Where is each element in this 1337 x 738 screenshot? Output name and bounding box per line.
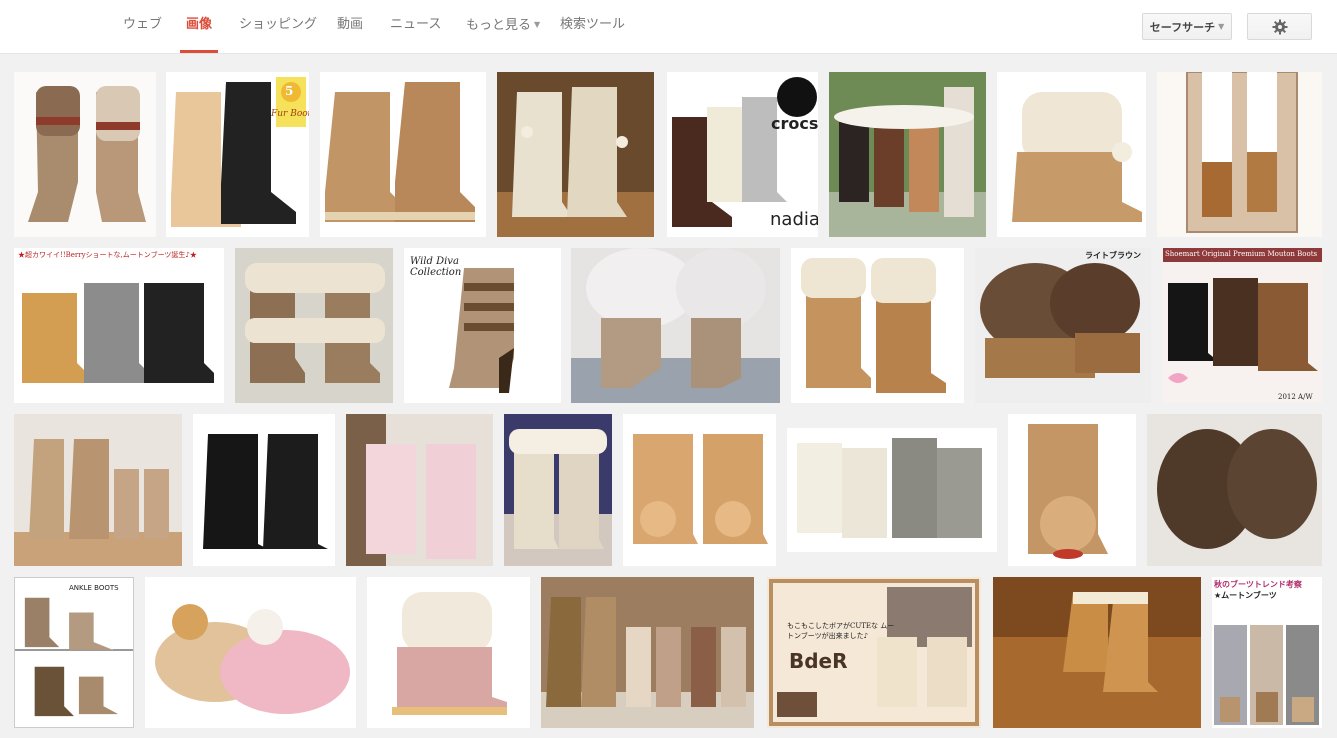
boot-image: [367, 577, 530, 728]
boot-image: [975, 248, 1151, 403]
top-navigation-bar: ウェブ 画像 ショッピング 動画 ニュース もっと見る ▼ 検索ツール セーフサー…: [0, 0, 1337, 54]
image-result[interactable]: 5 Fur Boots: [166, 72, 309, 237]
image-result[interactable]: [571, 248, 780, 403]
fur-boots-label: Fur Boots: [271, 109, 309, 119]
image-result[interactable]: Wild Diva Collection: [404, 248, 561, 403]
boot-image: [623, 414, 776, 566]
trend-subtitle: ★ムートンブーツ: [1214, 591, 1277, 600]
image-result[interactable]: [787, 428, 997, 552]
image-result[interactable]: [320, 72, 486, 237]
chevron-down-icon: ▼: [534, 20, 541, 29]
tab-videos[interactable]: 動画: [337, 0, 363, 54]
tab-search-tools[interactable]: 検索ツール: [560, 0, 625, 54]
trend-title: 秋のブーツトレンド考察: [1214, 580, 1302, 589]
image-result[interactable]: [623, 414, 776, 566]
shoemart-caption: Shoemart Original Premium Mouton Boots: [1165, 250, 1318, 258]
image-result[interactable]: [1147, 414, 1322, 566]
image-result[interactable]: crocs nadia: [667, 72, 818, 237]
safesearch-button[interactable]: セーフサーチ ▼: [1142, 13, 1232, 40]
tab-more-label: もっと見る: [466, 18, 532, 33]
boot-image: [497, 72, 654, 237]
image-result[interactable]: [14, 414, 182, 566]
settings-button[interactable]: [1247, 13, 1312, 40]
boot-image: [997, 72, 1146, 237]
berry-caption: ★超カワイイ!!Berryショートな,ムートンブーツ誕生♪★: [18, 251, 197, 259]
safesearch-label: セーフサーチ: [1149, 21, 1216, 34]
image-result[interactable]: ライトブラウン: [975, 248, 1151, 403]
image-result[interactable]: [14, 72, 156, 237]
badge-number: 5: [285, 84, 294, 98]
boot-image: [14, 414, 182, 566]
boot-image: [193, 414, 335, 566]
boot-image: [791, 248, 964, 403]
year-caption: 2012 A/W: [1278, 393, 1313, 401]
boot-image: [1147, 414, 1322, 566]
ankle-boots-label: ANKLE BOOTS: [69, 584, 119, 592]
boot-image: [541, 577, 754, 728]
image-result[interactable]: [504, 414, 612, 566]
chevron-down-icon: ▼: [1218, 22, 1225, 31]
boot-image: [346, 414, 493, 566]
boot-image: [787, 428, 997, 552]
boot-image: [571, 248, 780, 403]
boot-image: [1157, 72, 1322, 237]
image-result[interactable]: 秋のブーツトレンド考察 ★ムートンブーツ: [1212, 577, 1322, 728]
image-result[interactable]: ANKLE BOOTS: [14, 577, 134, 728]
bder-description: もこもこしたボアがCUTEな ムートンブーツが出来ました♪: [787, 622, 895, 640]
image-result[interactable]: [1008, 414, 1136, 566]
boot-image: [235, 248, 393, 403]
wild-diva-label: Wild Diva Collection: [410, 256, 462, 278]
image-result[interactable]: [791, 248, 964, 403]
tab-more[interactable]: もっと見る ▼: [466, 0, 540, 54]
tab-shopping[interactable]: ショッピング: [239, 0, 317, 54]
boot-image: [1163, 248, 1322, 403]
boot-image: [993, 577, 1201, 728]
nadia-logo-text: nadia: [770, 209, 818, 230]
image-result[interactable]: [993, 577, 1201, 728]
image-result[interactable]: [346, 414, 493, 566]
boot-image: [145, 577, 356, 728]
image-result[interactable]: [367, 577, 530, 728]
image-result[interactable]: [193, 414, 335, 566]
image-result[interactable]: [497, 72, 654, 237]
boot-image: [504, 414, 612, 566]
boot-image: [829, 72, 986, 237]
gear-icon: [1272, 19, 1287, 35]
tab-images[interactable]: 画像: [179, 0, 219, 54]
tab-web[interactable]: ウェブ: [123, 0, 162, 54]
boot-image: [14, 248, 224, 403]
image-result[interactable]: もこもこしたボアがCUTEな ムートンブーツが出来ました♪ BdeR: [767, 577, 981, 728]
image-result[interactable]: [1157, 72, 1322, 237]
image-result[interactable]: [541, 577, 754, 728]
boot-image: [15, 578, 133, 727]
image-result[interactable]: Shoemart Original Premium Mouton Boots 2…: [1163, 248, 1322, 403]
image-result[interactable]: [829, 72, 986, 237]
image-result[interactable]: [145, 577, 356, 728]
bder-logo-text: BdeR: [789, 649, 848, 673]
light-brown-label: ライトブラウン: [1085, 251, 1141, 260]
crocs-logo-text: crocs: [771, 114, 818, 133]
image-result[interactable]: ★超カワイイ!!Berryショートな,ムートンブーツ誕生♪★: [14, 248, 224, 403]
image-result[interactable]: [997, 72, 1146, 237]
boot-image: [320, 72, 486, 237]
tab-news[interactable]: ニュース: [390, 0, 441, 54]
boot-image: [14, 72, 156, 237]
boot-image: [1008, 414, 1136, 566]
image-result[interactable]: [235, 248, 393, 403]
